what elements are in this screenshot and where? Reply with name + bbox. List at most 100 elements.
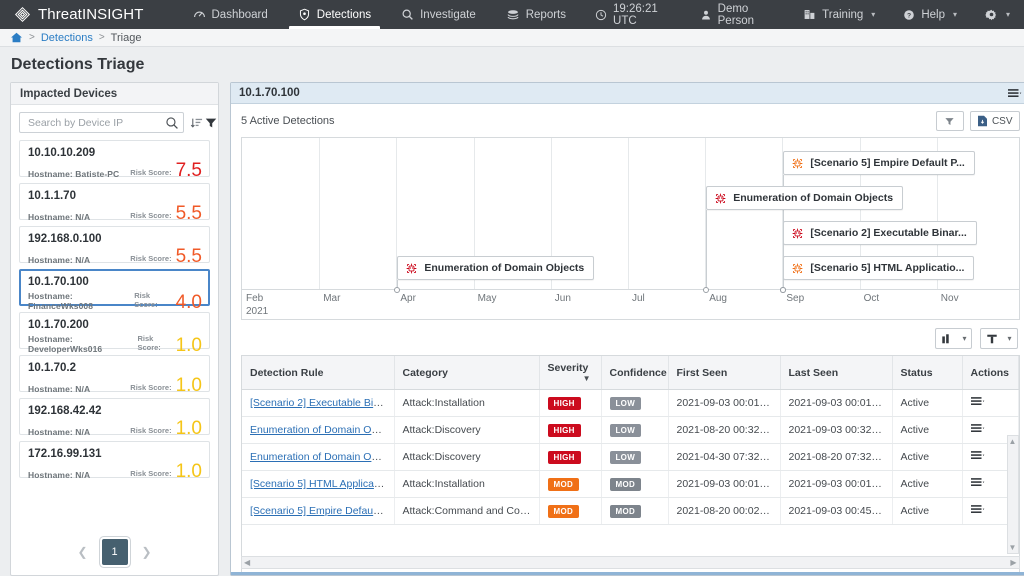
- shield-icon: [298, 8, 311, 21]
- timeline-event-card[interactable]: Enumeration of Domain Objects: [706, 186, 904, 210]
- device-hostname: Hostname: N/A: [28, 255, 91, 265]
- table-vertical-scrollbar[interactable]: ▲ ▼: [1006, 435, 1019, 554]
- chevron-down-icon: ▾: [952, 10, 957, 19]
- detection-rule-link[interactable]: [Scenario 2] Executable Binary ...: [250, 397, 393, 409]
- timeline-event-label: Enumeration of Domain Objects: [424, 262, 585, 274]
- detection-rule-link[interactable]: Enumeration of Domain Objects: [250, 424, 393, 436]
- table-column-header[interactable]: First Seen: [668, 356, 781, 390]
- device-card[interactable]: 10.10.10.209 Hostname: Batiste-PC Risk Sco…: [19, 140, 210, 181]
- training-menu[interactable]: Training ▾: [789, 0, 889, 29]
- user-menu[interactable]: Demo Person: [686, 0, 790, 29]
- filter-funnel-icon[interactable]: [204, 112, 218, 133]
- detections-timeline-chart[interactable]: Feb Mar Apr May Jun Jul Aug Sep Oct Nov 2021 [Sce…: [241, 137, 1020, 320]
- device-card[interactable]: 192.168.42.42 Hostname: N/A Risk Score: 1.0: [19, 398, 210, 438]
- chevron-down-icon: ▾: [871, 10, 876, 19]
- cell-severity: MOD: [539, 497, 602, 525]
- chart-view-toggle[interactable]: ▾: [935, 328, 973, 349]
- home-icon[interactable]: [10, 32, 23, 43]
- cell-first-seen: 2021-08-20 00:32 (UTC): [668, 416, 781, 444]
- row-actions-menu-icon[interactable]: [970, 504, 985, 515]
- row-actions-menu-icon[interactable]: [970, 423, 985, 434]
- risk-score-value: 5.5: [175, 203, 202, 224]
- content-area: Impacted Devices 10.10.10.209 Hostname: B…: [0, 82, 1024, 576]
- timeline-event-card[interactable]: [Scenario 2] Executable Binar...: [783, 221, 977, 245]
- device-card[interactable]: 172.16.99.131 Hostname: N/A Risk Score: 1.0: [19, 441, 210, 481]
- device-card[interactable]: 10.1.1.70 Hostname: N/A Risk Score: 5.5: [19, 183, 210, 224]
- gear-icon: [985, 8, 998, 21]
- search-input-wrapper[interactable]: [19, 112, 184, 133]
- cell-first-seen: 2021-08-20 00:02 (UTC): [668, 497, 781, 525]
- device-ip: 10.1.70.2: [28, 362, 76, 374]
- cell-detection-rule: [Scenario 2] Executable Binary ...: [242, 389, 395, 417]
- device-hostname: Hostname: N/A: [28, 384, 91, 394]
- row-actions-menu-icon[interactable]: [970, 477, 985, 488]
- csv-export-button[interactable]: CSV: [969, 111, 1020, 131]
- chevron-down-icon: ▾: [1007, 334, 1012, 343]
- timeline-event-label: [Scenario 5] HTML Applicatio...: [810, 262, 965, 274]
- table-row[interactable]: [Scenario 5] Empire Default Pro... Attack…: [242, 497, 1019, 525]
- search-input[interactable]: [26, 115, 165, 130]
- nav-item-dashboard[interactable]: Dashboard: [178, 0, 283, 29]
- row-actions-menu-icon[interactable]: [970, 450, 985, 461]
- row-actions-menu-icon[interactable]: [970, 396, 985, 407]
- table-horizontal-scrollbar[interactable]: ◀ ▶: [241, 556, 1020, 569]
- table-column-header[interactable]: Confidence: [601, 356, 669, 390]
- table-row[interactable]: [Scenario 5] HTML Application (... Attack…: [242, 470, 1019, 498]
- device-search-row: [11, 105, 218, 138]
- scroll-left-arrow-icon[interactable]: ◀: [244, 558, 250, 567]
- table-row[interactable]: Enumeration of Domain Objects Attack:Disc…: [242, 443, 1019, 471]
- table-column-header[interactable]: Actions: [962, 356, 1019, 390]
- device-card[interactable]: 10.1.70.2 Hostname: N/A Risk Score: 1.0: [19, 355, 210, 395]
- device-card[interactable]: 10.1.70.200 Hostname: DeveloperWks016 Risk…: [19, 312, 210, 355]
- device-ip: 10.1.70.100: [28, 276, 89, 288]
- detection-rule-link[interactable]: [Scenario 5] HTML Application (...: [250, 478, 393, 490]
- timeline-month-label: Feb: [246, 293, 264, 304]
- severity-badge: HIGH: [547, 423, 581, 437]
- help-menu[interactable]: ? Help ▾: [889, 0, 971, 29]
- severity-badge: MOD: [547, 504, 580, 518]
- table-row[interactable]: Enumeration of Domain Objects Attack:Disc…: [242, 416, 1019, 444]
- sort-descending-caret-icon[interactable]: ▼: [583, 374, 591, 383]
- scroll-up-arrow-icon[interactable]: ▲: [1009, 437, 1017, 446]
- device-card[interactable]: 192.168.0.100 Hostname: N/A Risk Score: 5.5: [19, 226, 210, 266]
- timeline-event-card[interactable]: Enumeration of Domain Objects: [397, 256, 595, 280]
- settings-menu[interactable]: ▾: [971, 0, 1024, 29]
- nav-item-investigate[interactable]: Investigate: [386, 0, 491, 29]
- scroll-down-arrow-icon[interactable]: ▼: [1009, 543, 1017, 552]
- brand-logo[interactable]: ThreatINSIGHT: [0, 0, 156, 29]
- nav-item-reports[interactable]: Reports: [491, 0, 581, 29]
- nav-item-detections[interactable]: Detections: [283, 0, 386, 29]
- table-view-toggle[interactable]: ▾: [980, 328, 1018, 349]
- cell-actions: [962, 389, 1019, 417]
- table-row[interactable]: [Scenario 2] Executable Binary ... Attack…: [242, 389, 1019, 417]
- timeline-month-label: Apr: [400, 293, 416, 304]
- chevron-right-icon[interactable]: ❯: [142, 545, 152, 559]
- help-menu-label: Help: [921, 8, 945, 21]
- table-column-header[interactable]: Detection Rule: [242, 356, 395, 390]
- device-card[interactable]: 10.1.70.100 Hostname: FinanceWks008 Risk S…: [19, 269, 210, 312]
- filter-button[interactable]: [935, 111, 964, 131]
- device-hostname: Hostname: N/A: [28, 470, 91, 480]
- breadcrumb-item-detections[interactable]: Detections: [41, 32, 93, 44]
- timeline-event-card[interactable]: [Scenario 5] Empire Default P...: [783, 151, 975, 175]
- table-column-header[interactable]: Status: [892, 356, 963, 390]
- detection-rule-link[interactable]: Enumeration of Domain Objects: [250, 451, 393, 463]
- cell-first-seen: 2021-09-03 00:01 (UTC): [668, 470, 781, 498]
- risk-score-label: Risk Score:: [130, 469, 172, 478]
- hamburger-menu-icon[interactable]: [1007, 88, 1022, 99]
- scroll-right-arrow-icon[interactable]: ▶: [1010, 558, 1016, 567]
- timeline-event-card[interactable]: [Scenario 5] HTML Applicatio...: [783, 256, 975, 280]
- table-column-header[interactable]: Category: [394, 356, 540, 390]
- detection-rule-link[interactable]: [Scenario 5] Empire Default Pro...: [250, 505, 393, 517]
- cell-confidence: LOW: [601, 443, 669, 471]
- bug-icon: [791, 157, 804, 170]
- chevron-left-icon[interactable]: ❮: [77, 545, 87, 559]
- risk-score-value: 7.5: [175, 160, 202, 181]
- sort-descending-icon[interactable]: [190, 112, 204, 133]
- search-icon[interactable]: [165, 116, 179, 130]
- timeline-month-label: Sep: [786, 293, 805, 304]
- risk-score-label: Risk Score:: [134, 291, 158, 309]
- pagination-page-1[interactable]: 1: [101, 539, 128, 565]
- table-column-header[interactable]: Last Seen: [780, 356, 893, 390]
- table-column-header[interactable]: Severity ▼: [539, 356, 602, 390]
